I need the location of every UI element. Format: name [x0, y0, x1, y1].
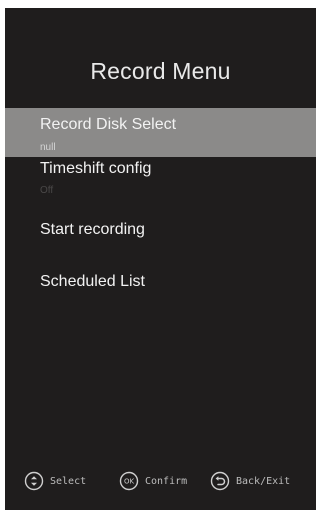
- menu-item-timeshift-config[interactable]: Timeshift config Off: [5, 157, 316, 208]
- menu-item-label: Scheduled List: [40, 273, 145, 290]
- menu-title: Record Menu: [90, 58, 231, 84]
- hint-select-label: Select: [50, 475, 87, 487]
- hint-select: Select: [24, 470, 86, 492]
- up-down-nav-icon: [24, 471, 44, 491]
- button-hints-bar: Select OK Confirm Back/Exit: [5, 470, 316, 494]
- menu-item-record-disk-select[interactable]: Record Disk Select null: [5, 108, 316, 157]
- menu-item-value: Off: [40, 185, 54, 196]
- menu-item-label: Record Disk Select: [40, 116, 177, 133]
- menu-item-scheduled-list[interactable]: Scheduled List: [5, 259, 316, 310]
- hint-confirm: OK Confirm: [119, 470, 187, 492]
- hint-back-label: Back/Exit: [236, 475, 291, 487]
- hint-confirm-label: Confirm: [145, 475, 188, 487]
- svg-text:OK: OK: [124, 478, 135, 486]
- back-arrow-icon: [210, 471, 230, 491]
- hint-back-exit: Back/Exit: [210, 470, 290, 492]
- menu-item-label: Timeshift config: [40, 160, 152, 177]
- ok-button-icon: OK: [119, 471, 139, 491]
- menu-item-label: Start recording: [40, 221, 145, 238]
- menu-item-value: null: [40, 142, 56, 153]
- record-menu-list: Record Disk Select null Timeshift config…: [5, 108, 316, 310]
- record-menu-panel: Record Menu Record Disk Select null Time…: [5, 8, 316, 510]
- menu-item-start-recording[interactable]: Start recording: [5, 208, 316, 259]
